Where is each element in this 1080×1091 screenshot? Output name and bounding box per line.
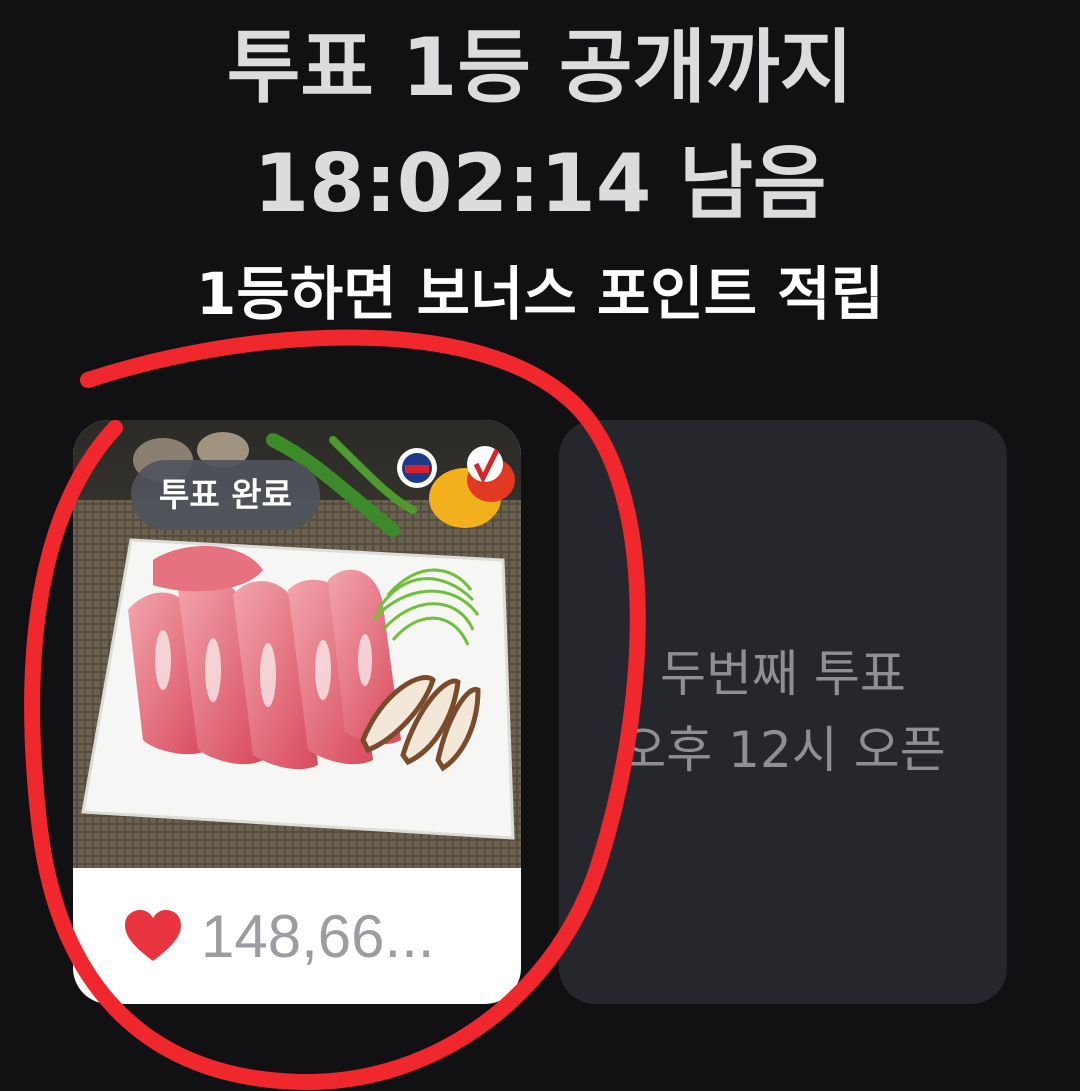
- next-vote-card: 두번째 투표 오후 12시 오픈: [559, 420, 1007, 1004]
- heart-icon[interactable]: [123, 908, 183, 964]
- vote-count: 148,66...: [201, 902, 435, 970]
- vote-screen: 투표 1등 공개까지 18:02:14 남음 1등하면 보너스 포인트 적립 투…: [0, 0, 1080, 1091]
- reveal-title: 투표 1등 공개까지: [226, 21, 854, 114]
- vote-complete-badge: 투표 완료: [131, 460, 320, 530]
- next-vote-open-time: 오후 12시 오픈: [620, 721, 946, 779]
- bonus-notice: 1등하면 보너스 포인트 적립: [196, 260, 884, 328]
- next-vote-title: 두번째 투표: [660, 645, 906, 703]
- vote-count-bar: 148,66...: [73, 868, 521, 1004]
- voted-candidate-card[interactable]: 투표 완료 148,66...: [73, 420, 521, 1004]
- countdown-timer: 18:02:14 남음: [253, 137, 827, 230]
